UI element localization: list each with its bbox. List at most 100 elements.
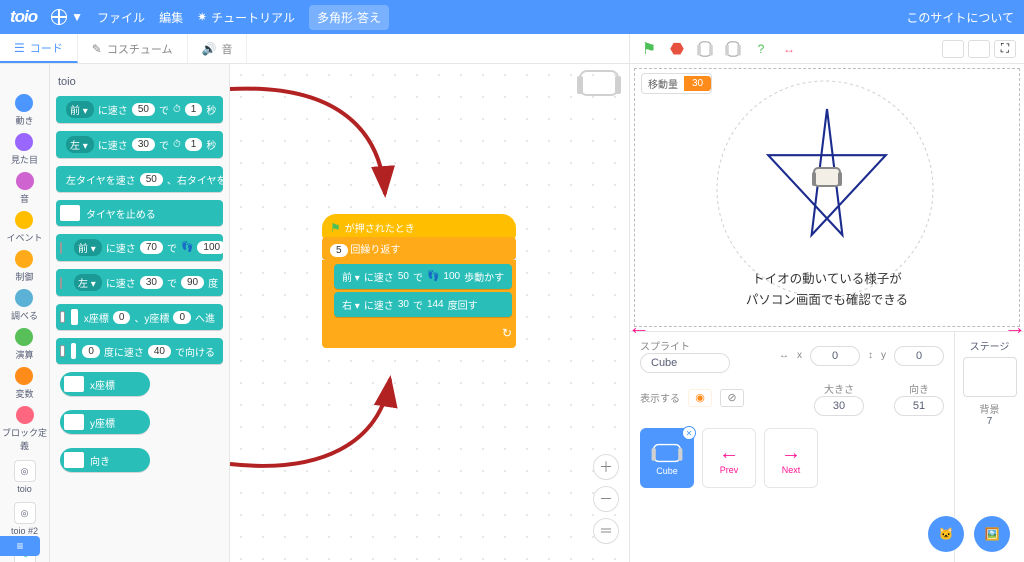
- toio-icon: ◎: [14, 460, 36, 482]
- brush-icon: ✎: [92, 42, 102, 56]
- edit-menu[interactable]: 編集: [159, 9, 183, 26]
- next-button[interactable]: →Next: [764, 428, 818, 488]
- editor-tabs: ☰コード ✎コスチューム 🔊音: [0, 34, 629, 64]
- direction-label: 向き: [894, 381, 944, 396]
- category-toio[interactable]: ◎toio: [14, 458, 36, 494]
- globe-icon: [51, 9, 67, 25]
- category-looks[interactable]: 見た目: [11, 133, 38, 166]
- stop-button[interactable]: ⬣: [666, 38, 688, 60]
- stage-small-button[interactable]: [942, 40, 964, 58]
- green-flag-button[interactable]: ⚑: [638, 38, 660, 60]
- show-sprite-button[interactable]: ◉: [688, 389, 712, 407]
- toio-cube-1-button[interactable]: [694, 38, 716, 60]
- block-repeat[interactable]: 5 回繰り返す: [322, 237, 516, 260]
- delete-sprite-button[interactable]: ✕: [682, 426, 696, 440]
- image-icon: 🖼️: [985, 527, 1000, 541]
- checkbox[interactable]: [60, 277, 62, 289]
- sprite-thumb-cube[interactable]: ✕ Cube: [640, 428, 694, 488]
- file-menu[interactable]: ファイル: [97, 9, 145, 26]
- about-link[interactable]: このサイトについて: [906, 9, 1014, 26]
- sprite-x-input[interactable]: 0: [810, 346, 860, 366]
- logo: toio: [10, 7, 37, 27]
- sprite-direction-input[interactable]: 51: [894, 396, 944, 416]
- zoom-reset-button[interactable]: ＝: [593, 518, 619, 544]
- stage-column: ⚑ ⬣ ? ↔ ⛶ ← 移動量30: [629, 34, 1024, 562]
- add-backdrop-button[interactable]: 🖼️: [974, 516, 1010, 552]
- category-sound[interactable]: 音: [16, 172, 34, 205]
- block-point-direction[interactable]: 0度に速さ 40で向ける: [56, 338, 223, 364]
- size-label: 大きさ: [814, 381, 864, 396]
- block-categories: 動き 見た目 音 イベント 制御 調べる 演算 変数 ブロック定義 ◎toio …: [0, 64, 50, 562]
- toio-cube-2-button[interactable]: [722, 38, 744, 60]
- add-sprite-button[interactable]: 🐱: [928, 516, 964, 552]
- stage-fullscreen-button[interactable]: ⛶: [994, 40, 1016, 58]
- block-move-steps[interactable]: 前 ▾ に速さ70 で👣100: [56, 234, 223, 261]
- block-tire-speeds[interactable]: 左タイヤを速さ50 、右タイヤを速さ: [56, 166, 223, 192]
- stage-caption: トイオの動いている様子が パソコン画面でも確認できる: [635, 269, 1019, 312]
- stage[interactable]: ← 移動量30 トイオの動いている様子が パソコン画面でも確認できる →: [630, 64, 1024, 332]
- block-goto-xy[interactable]: x座標0 、y座標0 へ進: [56, 304, 223, 330]
- block-when-flag-clicked[interactable]: ⚑ が押されたとき: [322, 214, 516, 239]
- category-myblocks[interactable]: ブロック定義: [0, 406, 49, 452]
- checkbox[interactable]: [60, 311, 65, 323]
- hide-sprite-button[interactable]: ⊘: [720, 389, 744, 407]
- block-stop-tires[interactable]: タイヤを止める: [56, 200, 223, 226]
- zoom-out-button[interactable]: －: [593, 486, 619, 512]
- category-control[interactable]: 制御: [15, 250, 33, 283]
- sprite-size-input[interactable]: 30: [814, 396, 864, 416]
- toio-icon: ◎: [14, 502, 36, 524]
- checkbox[interactable]: [60, 345, 65, 357]
- block-palette[interactable]: toio 前 ▾ に速さ50 で⏱1 秒 左 ▾ に速さ30 で⏱1 秒: [50, 64, 230, 562]
- category-variables[interactable]: 変数: [15, 367, 33, 400]
- sprite-y-input[interactable]: 0: [894, 346, 944, 366]
- help-button[interactable]: ?: [750, 38, 772, 60]
- zoom-in-button[interactable]: ＋: [593, 454, 619, 480]
- code-icon: ☰: [14, 41, 25, 55]
- backdrop-count: 7: [961, 416, 1018, 427]
- speaker-icon: 🔊: [202, 42, 217, 56]
- block-direction[interactable]: 向き: [60, 448, 150, 472]
- zoom-controls: ＋ － ＝: [593, 454, 619, 544]
- toio-icon: [579, 70, 619, 96]
- stage-thumbnail[interactable]: [963, 357, 1017, 397]
- block-x-position[interactable]: x座標: [60, 372, 150, 396]
- checkbox[interactable]: [60, 242, 62, 254]
- tutorial-button[interactable]: ✷チュートリアル: [197, 9, 295, 26]
- swap-button[interactable]: ↔: [778, 38, 800, 60]
- block-y-position[interactable]: y座標: [60, 410, 150, 434]
- block-move-forward-seconds[interactable]: 前 ▾ に速さ50 で⏱1 秒: [56, 96, 223, 123]
- block-move-forward[interactable]: 前 ▾ に速さ50 で👣100 歩動かす: [334, 264, 512, 289]
- palette-section-title: toio: [58, 76, 223, 88]
- stage-header: ⚑ ⬣ ? ↔ ⛶: [630, 34, 1024, 64]
- cube-icon: [653, 444, 681, 462]
- block-turn-right[interactable]: 右 ▾ に速さ30 で144 度回す: [334, 292, 512, 317]
- category-operators[interactable]: 演算: [15, 328, 33, 361]
- category-motion[interactable]: 動き: [15, 94, 33, 127]
- scripts-workspace[interactable]: ⚑ が押されたとき 5 回繰り返す 前 ▾ に速さ50 で👣100 歩動かす: [230, 64, 629, 562]
- block-turn-left-seconds[interactable]: 左 ▾ に速さ30 で⏱1 秒: [56, 131, 223, 158]
- project-name-input[interactable]: 多角形-答え: [309, 5, 389, 30]
- sprite-cube[interactable]: [813, 167, 841, 187]
- block-turn-degrees[interactable]: 左 ▾ に速さ30 で90 度: [56, 269, 223, 296]
- tab-code[interactable]: ☰コード: [0, 34, 78, 63]
- stage-label: ステージ: [961, 338, 1018, 353]
- sprite-panel: スプライト Cube ↔x 0 ↕y 0 表示する ◉ ⊘: [630, 332, 1024, 562]
- language-menu[interactable]: ▼: [51, 9, 83, 25]
- next-arrow[interactable]: →: [1004, 314, 1024, 340]
- backpack-toggle[interactable]: ≡: [0, 536, 40, 556]
- backdrops-label: 背景: [961, 401, 1018, 416]
- category-sensing[interactable]: 調べる: [11, 289, 38, 322]
- green-flag-icon: ⚑: [330, 221, 341, 235]
- sprite-name-input[interactable]: Cube: [640, 353, 730, 373]
- prev-button[interactable]: ←Prev: [702, 428, 756, 488]
- cat-face-icon: 🐱: [939, 527, 954, 541]
- stage-large-button[interactable]: [968, 40, 990, 58]
- tab-sounds[interactable]: 🔊音: [188, 34, 248, 63]
- sprite-name-label: スプライト: [640, 338, 730, 353]
- lightbulb-icon: ✷: [197, 10, 207, 24]
- sprite-indicator: [579, 70, 619, 96]
- category-events[interactable]: イベント: [6, 211, 42, 244]
- script-stack[interactable]: ⚑ が押されたとき 5 回繰り返す 前 ▾ に速さ50 で👣100 歩動かす: [322, 214, 516, 348]
- category-toio2[interactable]: ◎toio #2: [11, 500, 38, 536]
- tab-costumes[interactable]: ✎コスチューム: [78, 34, 188, 63]
